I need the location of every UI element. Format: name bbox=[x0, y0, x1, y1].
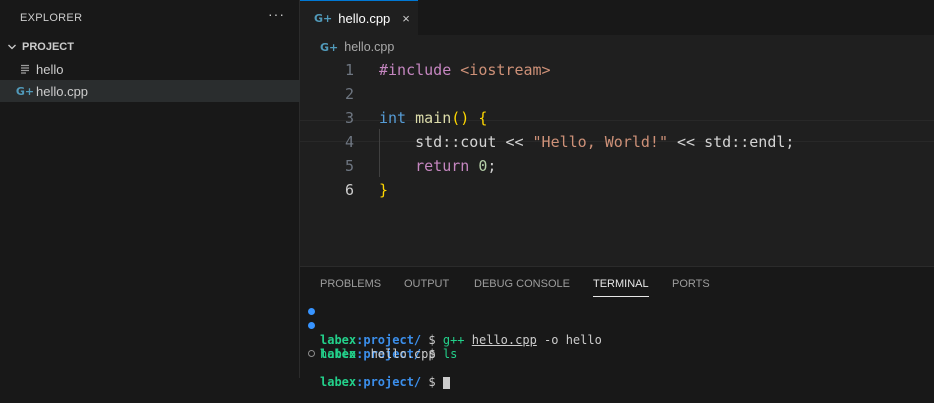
code-line: 5 return 0; bbox=[300, 154, 934, 178]
terminal-line: labex:project/ $ ls bbox=[308, 319, 457, 361]
tab-ports[interactable]: PORTS bbox=[672, 278, 710, 290]
command-pending-icon bbox=[308, 350, 315, 357]
code-line: 3 int main() { bbox=[300, 106, 934, 130]
code-line: 2 bbox=[300, 82, 934, 106]
close-icon[interactable]: × bbox=[402, 11, 410, 26]
cpp-file-icon: G+ bbox=[320, 40, 339, 54]
indent-guide bbox=[379, 129, 380, 177]
file-item-label: hello.cpp bbox=[36, 83, 89, 99]
tab-label: hello.cpp bbox=[338, 10, 391, 26]
code-text: #include <iostream> bbox=[379, 61, 551, 79]
tab-problems[interactable]: PROBLEMS bbox=[320, 278, 381, 290]
tab-terminal[interactable]: TERMINAL bbox=[593, 278, 649, 290]
explorer-title: EXPLORER bbox=[20, 12, 83, 24]
breadcrumb-file: hello.cpp bbox=[344, 40, 395, 54]
tab-hello-cpp[interactable]: G+ hello.cpp × bbox=[300, 0, 418, 35]
file-item-hello[interactable]: hello bbox=[0, 58, 300, 80]
more-actions-icon[interactable]: ··· bbox=[268, 6, 285, 22]
line-number: 3 bbox=[344, 109, 354, 127]
code-text: std::cout << "Hello, World!" << std::end… bbox=[415, 133, 795, 151]
project-folder[interactable]: PROJECT bbox=[0, 36, 300, 58]
active-tab-indicator bbox=[593, 296, 649, 297]
project-folder-label: PROJECT bbox=[22, 41, 74, 53]
bottom-panel: PROBLEMS OUTPUT DEBUG CONSOLE TERMINAL P… bbox=[300, 266, 934, 389]
code-line: 4 std::cout << "Hello, World!" << std::e… bbox=[300, 130, 934, 154]
file-item-hello-cpp[interactable]: G+ hello.cpp bbox=[0, 80, 300, 102]
command-success-icon bbox=[308, 308, 315, 315]
line-number: 1 bbox=[344, 61, 354, 79]
terminal-cursor bbox=[442, 376, 450, 389]
code-line: 6 } bbox=[300, 178, 934, 202]
code-text: int main() { bbox=[379, 109, 488, 127]
editor-area: G+ hello.cpp × G+ hello.cpp 1 #include <… bbox=[300, 0, 934, 266]
terminal-output: hello hello.cpp bbox=[320, 347, 436, 361]
tab-output[interactable]: OUTPUT bbox=[404, 278, 449, 290]
line-number: 6 bbox=[344, 181, 354, 199]
code-text: return 0; bbox=[415, 157, 497, 175]
editor-tab-bar: G+ hello.cpp × bbox=[300, 0, 934, 35]
code-line: 1 #include <iostream> bbox=[300, 58, 934, 82]
breadcrumb[interactable]: G+ hello.cpp bbox=[320, 38, 394, 56]
cpp-file-icon: G+ bbox=[314, 11, 333, 25]
explorer-sidebar: EXPLORER ··· PROJECT hello G+ hello.cpp bbox=[0, 0, 300, 378]
code-text: } bbox=[379, 181, 389, 199]
text-file-icon bbox=[18, 63, 32, 75]
cpp-file-icon: G+ bbox=[15, 84, 35, 98]
terminal-line: labex:project/ $ g++ hello.cpp -o hello bbox=[308, 305, 602, 347]
line-number: 4 bbox=[344, 133, 354, 151]
line-number: 2 bbox=[344, 85, 354, 103]
command-success-icon bbox=[308, 322, 315, 329]
line-number: 5 bbox=[344, 157, 354, 175]
chevron-down-icon bbox=[2, 42, 22, 52]
file-item-label: hello bbox=[36, 61, 64, 77]
tab-debug-console[interactable]: DEBUG CONSOLE bbox=[474, 278, 570, 290]
terminal-line: labex:project/ $ bbox=[308, 347, 450, 389]
